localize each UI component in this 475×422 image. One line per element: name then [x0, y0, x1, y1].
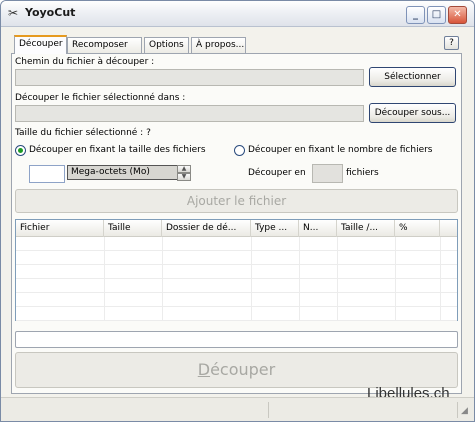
app-window: ✂ YoyoCut _ □ ✕ Découper Recomposer Opti… — [0, 0, 475, 422]
col-fichier[interactable]: Fichier — [16, 220, 104, 237]
scissors-icon: ✂ — [8, 6, 19, 20]
decouper-sous-button[interactable]: Découper sous... — [369, 103, 456, 123]
radio-by-size-label[interactable]: Découper en fixant la taille des fichier… — [29, 145, 206, 155]
table-row — [16, 251, 457, 265]
cut-button-label: Découper — [197, 360, 276, 379]
radio-by-count-label[interactable]: Découper en fixant le nombre de fichiers — [248, 145, 433, 155]
status-bar: ◢ — [1, 397, 474, 421]
col-n[interactable]: N... — [299, 220, 337, 237]
table-row — [16, 265, 457, 279]
file-table[interactable]: Fichier Taille Dossier de dé... Type ...… — [15, 219, 458, 321]
spin-up-icon[interactable]: ▲ — [177, 165, 191, 173]
file-path-field[interactable] — [15, 69, 364, 86]
count-suffix-label: fichiers — [346, 168, 379, 178]
decouper-panel: Chemin du fichier à découper : Sélection… — [11, 53, 462, 394]
col-taille[interactable]: Taille — [104, 220, 162, 237]
title-bar[interactable]: ✂ YoyoCut _ □ ✕ — [1, 1, 474, 27]
table-row — [16, 279, 457, 293]
status-segment — [271, 402, 458, 418]
count-prefix-label: Découper en — [248, 168, 306, 178]
progress-bar — [15, 331, 458, 348]
col-taille-par[interactable]: Taille /... — [337, 220, 395, 237]
radio-by-count[interactable] — [234, 145, 245, 156]
add-file-button[interactable]: Ajouter le fichier — [15, 189, 458, 213]
window-title: YoyoCut — [25, 6, 76, 19]
tab-recomposer[interactable]: Recomposer — [67, 37, 142, 53]
cut-button[interactable]: Découper — [15, 352, 458, 388]
minimize-button[interactable]: _ — [406, 6, 425, 24]
table-header: Fichier Taille Dossier de dé... Type ...… — [16, 220, 457, 237]
tab-decouper[interactable]: Découper — [14, 35, 67, 54]
file-path-label: Chemin du fichier à découper : — [15, 57, 155, 67]
maximize-button[interactable]: □ — [427, 6, 446, 24]
status-segment — [4, 402, 269, 418]
help-button[interactable]: ? — [444, 36, 459, 50]
close-button[interactable]: ✕ — [448, 6, 467, 24]
count-input[interactable] — [312, 164, 343, 183]
col-type[interactable]: Type ... — [251, 220, 299, 237]
col-dossier[interactable]: Dossier de dé... — [162, 220, 251, 237]
radio-by-size[interactable] — [15, 145, 26, 156]
table-row — [16, 307, 457, 321]
table-row — [16, 293, 457, 307]
select-file-button[interactable]: Sélectionner — [369, 67, 456, 87]
resize-grip-icon[interactable]: ◢ — [461, 406, 468, 416]
size-input[interactable] — [29, 165, 65, 183]
tab-options[interactable]: Options — [144, 37, 189, 53]
unit-select[interactable]: Mega-octets (Mo) — [67, 165, 178, 180]
col-percent[interactable]: % — [395, 220, 440, 237]
output-dir-label: Découper le fichier sélectionné dans : — [15, 93, 186, 103]
table-row — [16, 237, 457, 251]
spin-down-icon[interactable]: ▼ — [177, 173, 191, 181]
output-dir-field[interactable] — [15, 105, 364, 122]
file-size-label: Taille du fichier sélectionné : ? — [15, 128, 151, 138]
tab-a-propos[interactable]: À propos... — [191, 37, 246, 53]
